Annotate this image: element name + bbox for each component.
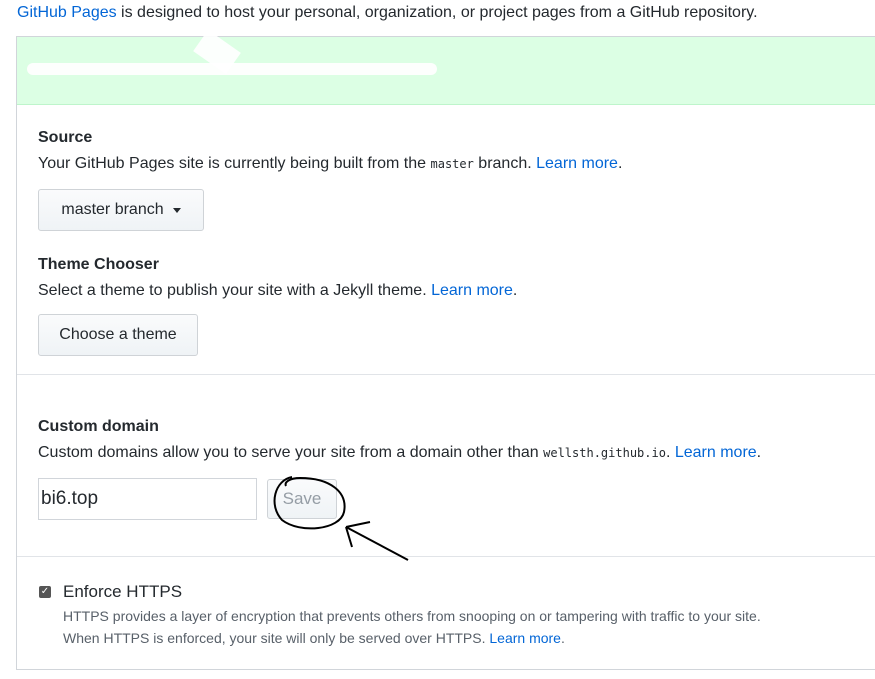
pages-settings-panel: Source Your GitHub Pages site is current… [16,29,875,670]
save-button[interactable]: Save [267,479,337,519]
status-flash-banner [17,29,875,105]
branch-select-button[interactable]: master branch [38,189,204,231]
source-text-after: branch. [473,155,537,172]
intro-text: GitHub Pages is designed to host your pe… [17,2,758,24]
source-learn-more-link[interactable]: Learn more [536,155,618,172]
theme-learn-more-link[interactable]: Learn more [431,282,513,299]
theme-period: . [512,282,518,299]
source-period: . [617,155,623,172]
theme-description: Select a theme to publish your site with… [38,280,517,302]
intro-description: is designed to host your personal, organ… [116,4,758,21]
custom-domain-learn-more-link[interactable]: Learn more [675,444,757,461]
enforce-https-checkbox[interactable]: ✓ [39,586,51,598]
choose-theme-button[interactable]: Choose a theme [38,314,198,356]
branch-select-label: master branch [61,201,164,218]
theme-text: Select a theme to publish your site with… [38,282,432,299]
branch-code: master [430,157,474,171]
theme-heading: Theme Chooser [38,256,159,273]
custom-domain-period: . [756,444,762,461]
section-divider [17,374,875,375]
custom-domain-heading: Custom domain [38,418,159,435]
custom-domain-input[interactable]: bi6.top [38,478,257,520]
section-divider-2 [17,556,875,557]
custom-domain-text-before: Custom domains allow you to serve your s… [38,444,544,461]
enforce-https-label: Enforce HTTPS [63,582,183,601]
source-description: Your GitHub Pages site is currently bein… [38,153,622,175]
https-description-line2: When HTTPS is enforced, your site will o… [63,627,565,649]
custom-domain-text-after: . [665,444,675,461]
source-heading: Source [38,129,93,146]
custom-domain-description: Custom domains allow you to serve your s… [38,442,761,464]
source-text-before: Your GitHub Pages site is currently bein… [38,155,431,172]
domain-code: wellsth.github.io [543,446,666,460]
github-pages-link[interactable]: GitHub Pages [17,4,117,21]
https-description-line1: HTTPS provides a layer of encryption tha… [63,608,761,624]
chevron-down-icon [172,207,181,213]
https-learn-more-link[interactable]: Learn more [489,630,561,646]
https-desc-text: When HTTPS is enforced, your site will o… [63,630,490,646]
https-period: . [560,630,565,646]
